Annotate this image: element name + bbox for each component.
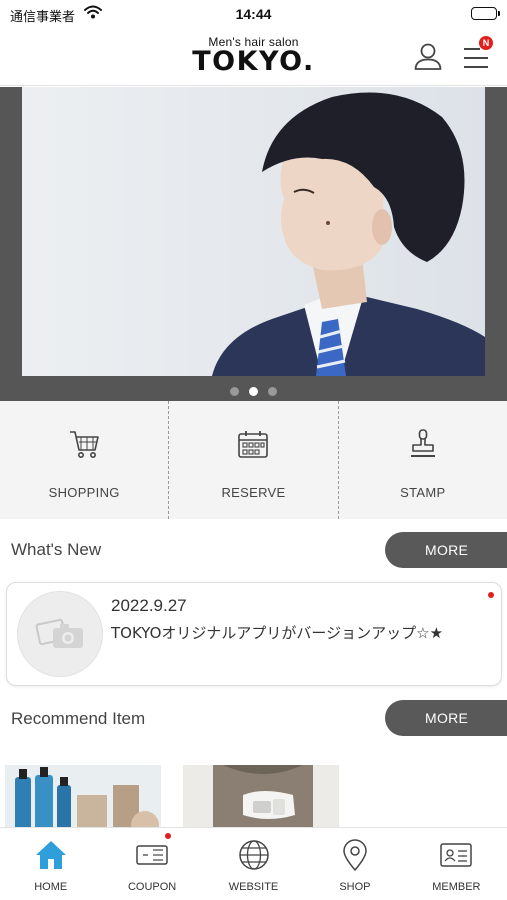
tab-label: WEBSITE [228, 881, 279, 893]
whats-new-more-button[interactable]: MORE [385, 532, 507, 568]
clock: 14:44 [235, 6, 272, 22]
feature-stamp[interactable]: STAMP [337, 401, 507, 519]
menu-icon[interactable]: N [461, 36, 493, 72]
feature-shopping[interactable]: SHOPPING [0, 401, 168, 519]
map-pin-icon [343, 839, 367, 871]
carousel-indicator [0, 383, 507, 401]
tab-coupon[interactable]: COUPON [101, 828, 202, 900]
member-card-icon [440, 843, 473, 867]
tab-website[interactable]: WEBSITE [203, 828, 304, 900]
feature-menu: SHOPPING RESERVE STAMP [0, 401, 507, 519]
recommend-title: Recommend Item [11, 709, 146, 728]
recommend-more-button[interactable]: MORE [385, 700, 507, 736]
stamp-icon [410, 429, 435, 457]
tab-label: HOME [34, 881, 68, 893]
recommend-item-image[interactable] [183, 765, 339, 835]
feature-reserve[interactable]: RESERVE [168, 401, 337, 519]
unread-indicator [488, 592, 494, 598]
battery-icon [471, 7, 500, 20]
tab-member[interactable]: MEMBER [406, 828, 507, 900]
tab-label: COUPON [127, 881, 177, 893]
hero-photo [22, 87, 485, 376]
user-icon[interactable] [412, 40, 444, 72]
news-item[interactable]: 2022.9.27 TOKYOオリジナルアプリがバージョンアップ☆★ [6, 582, 502, 686]
globe-icon [238, 840, 269, 870]
feature-label: STAMP [400, 485, 446, 500]
status-bar: 通信事業者 14:44 [0, 0, 507, 28]
coupon-icon [136, 845, 168, 865]
recommend-item-image[interactable] [5, 765, 161, 835]
bottom-tab-bar: HOME COUPON WEBSITE SHOP MEMBER [0, 827, 507, 900]
feature-label: SHOPPING [48, 485, 120, 500]
news-text: TOKYOオリジナルアプリがバージョンアップ☆★ [111, 624, 444, 642]
tab-label: MEMBER [432, 881, 481, 893]
tab-label: SHOP [339, 881, 371, 893]
carousel-dot[interactable] [268, 387, 277, 396]
coupon-badge [165, 833, 172, 839]
carousel-dot-active[interactable] [249, 387, 258, 396]
home-icon [35, 841, 66, 869]
hero-carousel[interactable] [0, 87, 507, 401]
notification-badge: N [479, 36, 493, 50]
tab-shop[interactable]: SHOP [304, 828, 405, 900]
image-placeholder-icon [17, 591, 103, 677]
app-header: Men's hair salon TOKYO. N [0, 28, 507, 86]
carousel-dot[interactable] [230, 387, 239, 396]
feature-label: RESERVE [221, 485, 286, 500]
calendar-icon [238, 431, 269, 458]
whats-new-title: What's New [11, 540, 102, 559]
cart-icon [70, 431, 99, 458]
news-date: 2022.9.27 [111, 596, 187, 615]
tab-home[interactable]: HOME [0, 828, 101, 900]
